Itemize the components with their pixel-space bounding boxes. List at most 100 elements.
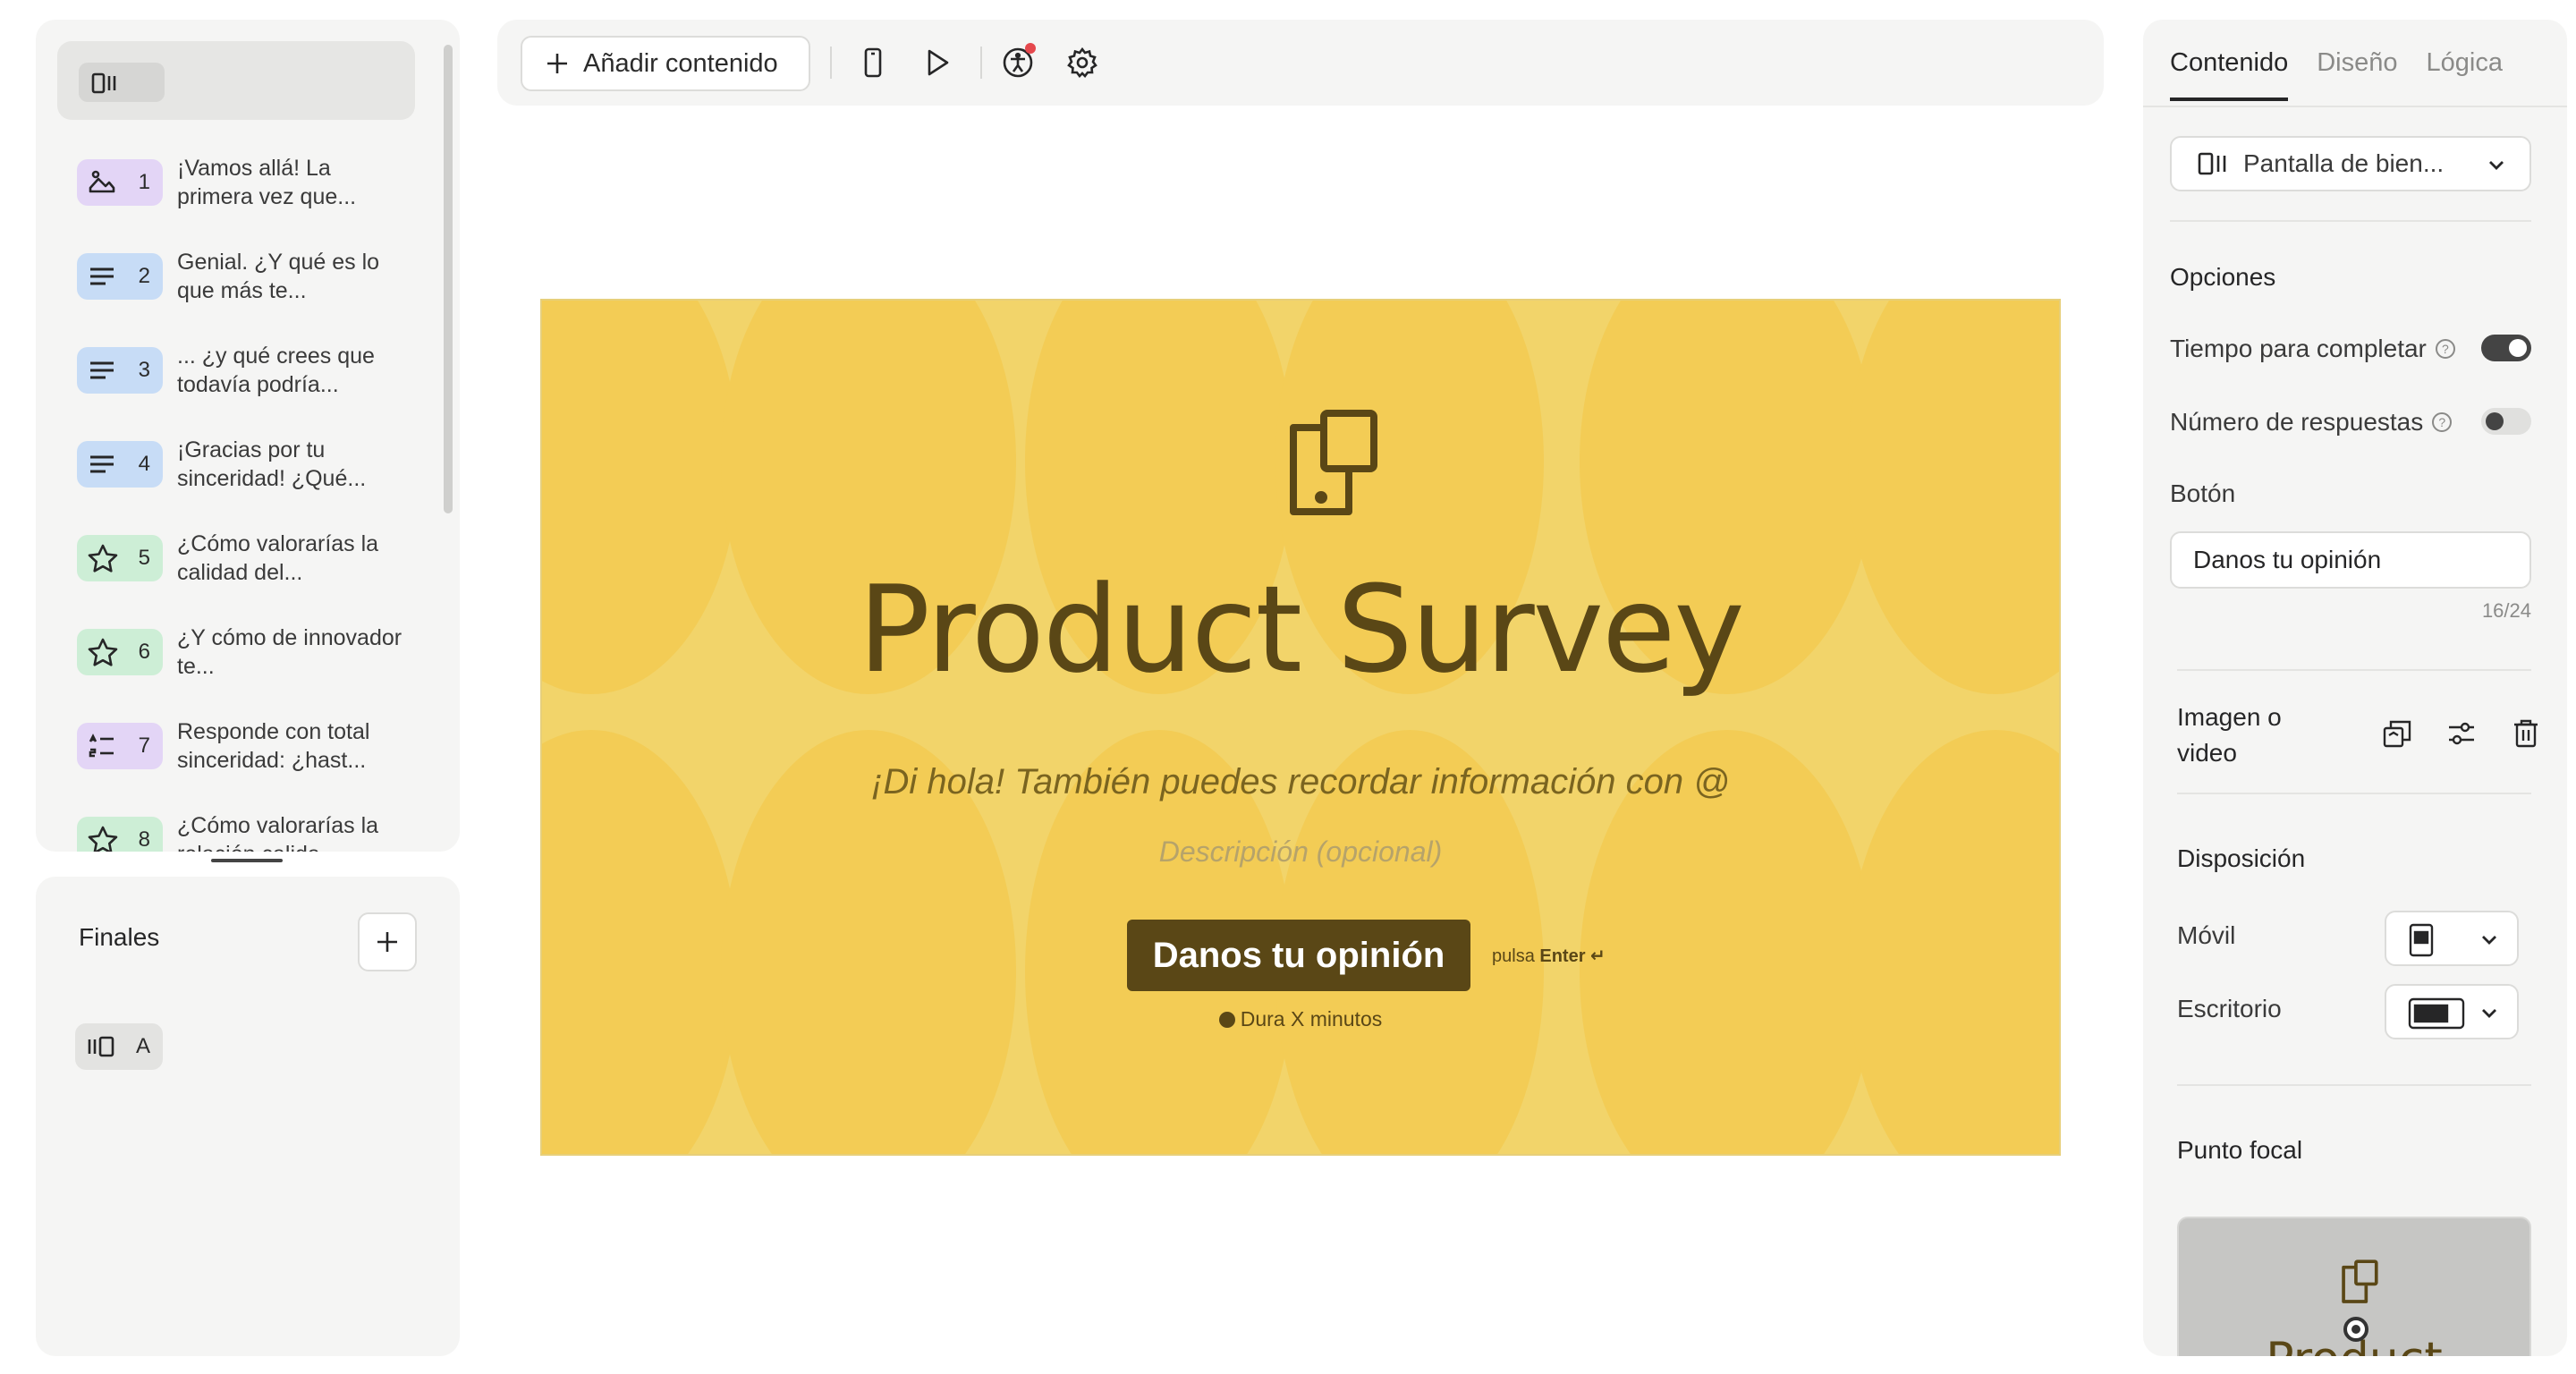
survey-subtitle[interactable]: ¡Di hola! También puedes recordar inform… — [542, 762, 2059, 802]
welcome-screen-item[interactable] — [57, 41, 415, 120]
question-number: 3 — [138, 358, 150, 382]
ending-label: A — [135, 1034, 150, 1058]
tab-contenido[interactable]: Contenido — [2170, 48, 2289, 101]
desktop-layout-label: Escritorio — [2177, 995, 2282, 1022]
question-text: Responde con total sinceridad: ¿hast... — [177, 719, 370, 773]
enter-hint: pulsa Enter ↵ — [1492, 945, 1606, 967]
clock-icon — [1218, 1012, 1235, 1028]
question-number: 4 — [138, 452, 150, 476]
question-item-2[interactable]: 2 Genial. ¿Y qué es lo que más te... — [57, 239, 433, 333]
play-preview-button[interactable] — [919, 45, 955, 81]
ending-item-a[interactable]: A — [75, 1023, 163, 1070]
welcome-screen-icon — [2198, 152, 2226, 175]
questions-panel: 1 ¡Vamos allá! La primera vez que... 2 G… — [36, 20, 460, 852]
mobile-preview-button[interactable] — [855, 45, 891, 81]
question-badge: 8 — [77, 817, 163, 852]
media-library-button[interactable] — [2379, 716, 2415, 751]
question-item-5[interactable]: 5 ¿Cómo valorarías la calidad del... — [57, 521, 433, 615]
time-toggle[interactable] — [2481, 335, 2531, 361]
media-adjust-button[interactable] — [2444, 716, 2479, 751]
question-item-1[interactable]: 1 ¡Vamos allá! La primera vez que... — [57, 145, 433, 239]
question-number: 1 — [138, 170, 150, 194]
device-tablet-icon — [1290, 410, 1377, 515]
focal-point-title: Punto focal — [2177, 1136, 2303, 1164]
question-text: ¡Vamos allá! La primera vez que... — [177, 156, 357, 209]
properties-tabs: Contenido Diseño Lógica — [2170, 48, 2503, 101]
question-text: ¿Cómo valorarías la relación calida... — [177, 813, 379, 852]
question-text: Genial. ¿Y qué es lo que más te... — [177, 250, 380, 303]
question-badge: 7 — [77, 723, 163, 769]
mobile-layout-select[interactable] — [2385, 911, 2519, 966]
tab-diseno[interactable]: Diseño — [2317, 48, 2397, 101]
enter-hint-prefix: pulsa — [1492, 946, 1535, 966]
add-content-button[interactable]: Añadir contenido — [521, 36, 810, 91]
text-lines-icon — [90, 361, 114, 379]
endings-panel: Finales A — [36, 877, 460, 1356]
screen-type-select[interactable]: Pantalla de bien... — [2170, 136, 2531, 191]
desktop-layout-select[interactable] — [2385, 984, 2519, 1039]
add-content-label: Añadir contenido — [583, 48, 778, 78]
accessibility-button[interactable] — [1000, 43, 1036, 81]
survey-title[interactable]: Product Survey — [542, 560, 2059, 700]
question-list: 1 ¡Vamos allá! La primera vez que... 2 G… — [57, 145, 433, 852]
trash-icon — [2514, 719, 2538, 748]
mobile-layout-icon — [2409, 923, 2434, 957]
question-item-6[interactable]: 6 ¿Y cómo de innovador te... — [57, 615, 433, 708]
question-badge: 4 — [77, 441, 163, 488]
divider — [2177, 793, 2531, 794]
start-survey-button[interactable]: Danos tu opinión — [1127, 920, 1470, 991]
help-icon[interactable]: ? — [2432, 412, 2453, 432]
questions-scrollbar[interactable] — [444, 45, 453, 513]
plus-icon — [377, 932, 397, 952]
question-text: ... ¿y qué crees que todavía podría... — [177, 344, 375, 397]
tabs-divider — [2143, 106, 2567, 107]
question-number: 8 — [138, 827, 150, 852]
question-badge: 2 — [77, 253, 163, 300]
button-section-title: Botón — [2170, 479, 2236, 507]
options-title: Opciones — [2170, 263, 2276, 291]
ending-screen-icon — [88, 1036, 114, 1057]
question-text: ¿Y cómo de innovador te... — [177, 625, 402, 679]
mobile-icon — [864, 47, 882, 78]
responses-toggle[interactable] — [2481, 408, 2531, 435]
welcome-screen-preview[interactable]: Product Survey ¡Di hola! También puedes … — [540, 299, 2061, 1156]
enter-key: Enter ↵ — [1539, 946, 1606, 966]
resize-handle[interactable] — [211, 859, 283, 862]
question-item-4[interactable]: 4 ¡Gracias por tu sinceridad! ¿Qué... — [57, 427, 433, 521]
tab-logica[interactable]: Lógica — [2427, 48, 2503, 101]
focal-point-preview[interactable]: Product Survey — [2177, 1217, 2531, 1356]
properties-panel: Contenido Diseño Lógica Pantalla de bien… — [2143, 20, 2567, 1356]
question-badge: 6 — [77, 629, 163, 675]
device-tablet-icon — [2342, 1260, 2378, 1303]
toolbar-divider — [980, 47, 982, 79]
welcome-screen-icon — [91, 72, 116, 94]
question-item-7[interactable]: 7 Responde con total sinceridad: ¿hast..… — [57, 708, 433, 802]
question-item-8[interactable]: 8 ¿Cómo valorarías la relación calida... — [57, 802, 433, 852]
star-icon — [88, 638, 118, 666]
image-icon — [89, 170, 115, 193]
survey-description-placeholder[interactable]: Descripción (opcional) — [542, 835, 2059, 869]
editor-toolbar: Añadir contenido — [497, 20, 2104, 106]
survey-duration: Dura X minutos — [542, 1007, 2059, 1031]
media-delete-button[interactable] — [2508, 716, 2544, 751]
sliders-icon — [2449, 722, 2474, 745]
chevron-down-icon — [2489, 161, 2504, 170]
notification-dot — [1025, 43, 1036, 54]
question-item-3[interactable]: 3 ... ¿y qué crees que todavía podría... — [57, 333, 433, 427]
desktop-layout-icon — [2408, 997, 2465, 1030]
help-icon[interactable]: ? — [2435, 339, 2455, 359]
text-lines-icon — [90, 455, 114, 473]
question-badge: 1 — [77, 159, 163, 206]
question-badge: 5 — [77, 535, 163, 581]
toolbar-divider — [830, 47, 832, 79]
responses-option-text: Número de respuestas — [2170, 408, 2424, 436]
add-ending-button[interactable] — [358, 912, 417, 971]
question-number: 2 — [138, 264, 150, 288]
settings-button[interactable] — [1064, 45, 1100, 81]
divider — [2177, 669, 2531, 671]
focal-point-handle[interactable] — [2343, 1317, 2368, 1342]
button-text-input[interactable]: Danos tu opinión — [2170, 531, 2531, 589]
question-text: ¿Cómo valorarías la calidad del... — [177, 531, 379, 585]
question-number: 7 — [138, 734, 150, 758]
play-icon — [928, 49, 949, 76]
